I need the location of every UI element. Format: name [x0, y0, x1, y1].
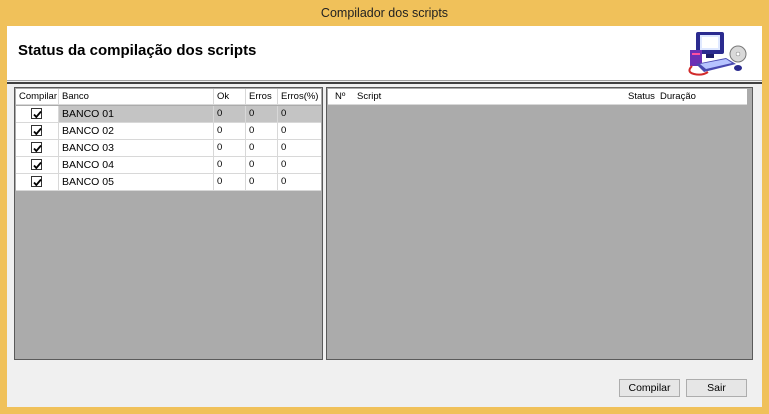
erros-cell: 0 — [246, 140, 278, 156]
header-separator — [7, 82, 762, 84]
column-header-script[interactable]: Script — [354, 89, 624, 105]
table-row[interactable]: BANCO 02 0 0 0 — [16, 123, 321, 140]
erros-pct-cell: 0 — [281, 108, 287, 119]
database-grid[interactable]: Compilar Banco Ok Erros Erros(%) BANCO 0… — [14, 87, 323, 360]
table-row[interactable]: BANCO 04 0 0 0 — [16, 157, 321, 174]
compilar-button[interactable]: Compilar — [619, 379, 680, 397]
app-window: Compilador dos scripts Status da compila… — [0, 0, 769, 414]
compilar-cell — [16, 140, 59, 156]
table-row[interactable]: BANCO 05 0 0 0 — [16, 174, 321, 191]
ok-cell: 0 — [214, 123, 246, 139]
compilar-checkbox[interactable] — [31, 125, 42, 136]
ok-cell: 0 — [214, 106, 246, 122]
ok-cell: 0 — [214, 157, 246, 173]
table-row[interactable]: BANCO 03 0 0 0 — [16, 140, 321, 157]
banco-cell: BANCO 03 — [59, 140, 214, 156]
compilar-checkbox[interactable] — [31, 108, 42, 119]
compilar-checkbox[interactable] — [31, 176, 42, 187]
compilar-checkbox[interactable] — [31, 159, 42, 170]
column-header-banco[interactable]: Banco — [59, 89, 214, 105]
column-header-numero[interactable]: Nº — [332, 89, 354, 105]
erros-cell: 0 — [246, 157, 278, 173]
erros-pct-cell: 0 — [281, 125, 287, 136]
table-row[interactable]: BANCO 01 0 0 0 — [16, 106, 321, 123]
compilar-cell — [16, 123, 59, 139]
erros-cell: 0 — [246, 174, 278, 190]
script-grid-header: Nº Script Status Duração — [328, 89, 747, 105]
column-header-status[interactable]: Status — [625, 89, 657, 105]
erros-pct-cell: 0 — [281, 142, 287, 153]
column-header-compilar[interactable]: Compilar — [16, 89, 59, 105]
column-header-duracao[interactable]: Duração — [657, 89, 717, 105]
banco-cell: BANCO 01 — [59, 106, 214, 122]
database-grid-header: Compilar Banco Ok Erros Erros(%) — [16, 89, 321, 105]
banco-cell: BANCO 05 — [59, 174, 214, 190]
banco-cell: BANCO 04 — [59, 157, 214, 173]
compilar-cell — [16, 174, 59, 190]
erros-pct-cell: 0 — [281, 176, 287, 187]
window-titlebar[interactable]: Compilador dos scripts — [0, 0, 769, 26]
script-grid[interactable]: Nº Script Status Duração — [326, 87, 753, 360]
header-banner: Status da compilação dos scripts — [7, 26, 762, 81]
sair-button[interactable]: Sair — [686, 379, 747, 397]
ok-cell: 0 — [214, 174, 246, 190]
compilar-cell — [16, 157, 59, 173]
compilar-checkbox[interactable] — [31, 142, 42, 153]
column-header-erros[interactable]: Erros — [246, 89, 278, 105]
ok-cell: 0 — [214, 140, 246, 156]
column-header-ok[interactable]: Ok — [214, 89, 246, 105]
column-header-erros-pct[interactable]: Erros(%) — [278, 89, 321, 105]
banco-cell: BANCO 02 — [59, 123, 214, 139]
erros-pct-cell: 0 — [281, 159, 287, 170]
window-client-area: Status da compilação dos scripts Compila… — [7, 26, 762, 407]
compilar-cell — [16, 106, 59, 122]
erros-cell: 0 — [246, 123, 278, 139]
erros-cell: 0 — [246, 106, 278, 122]
computer-icon — [682, 28, 748, 78]
page-title: Status da compilação dos scripts — [18, 42, 257, 59]
